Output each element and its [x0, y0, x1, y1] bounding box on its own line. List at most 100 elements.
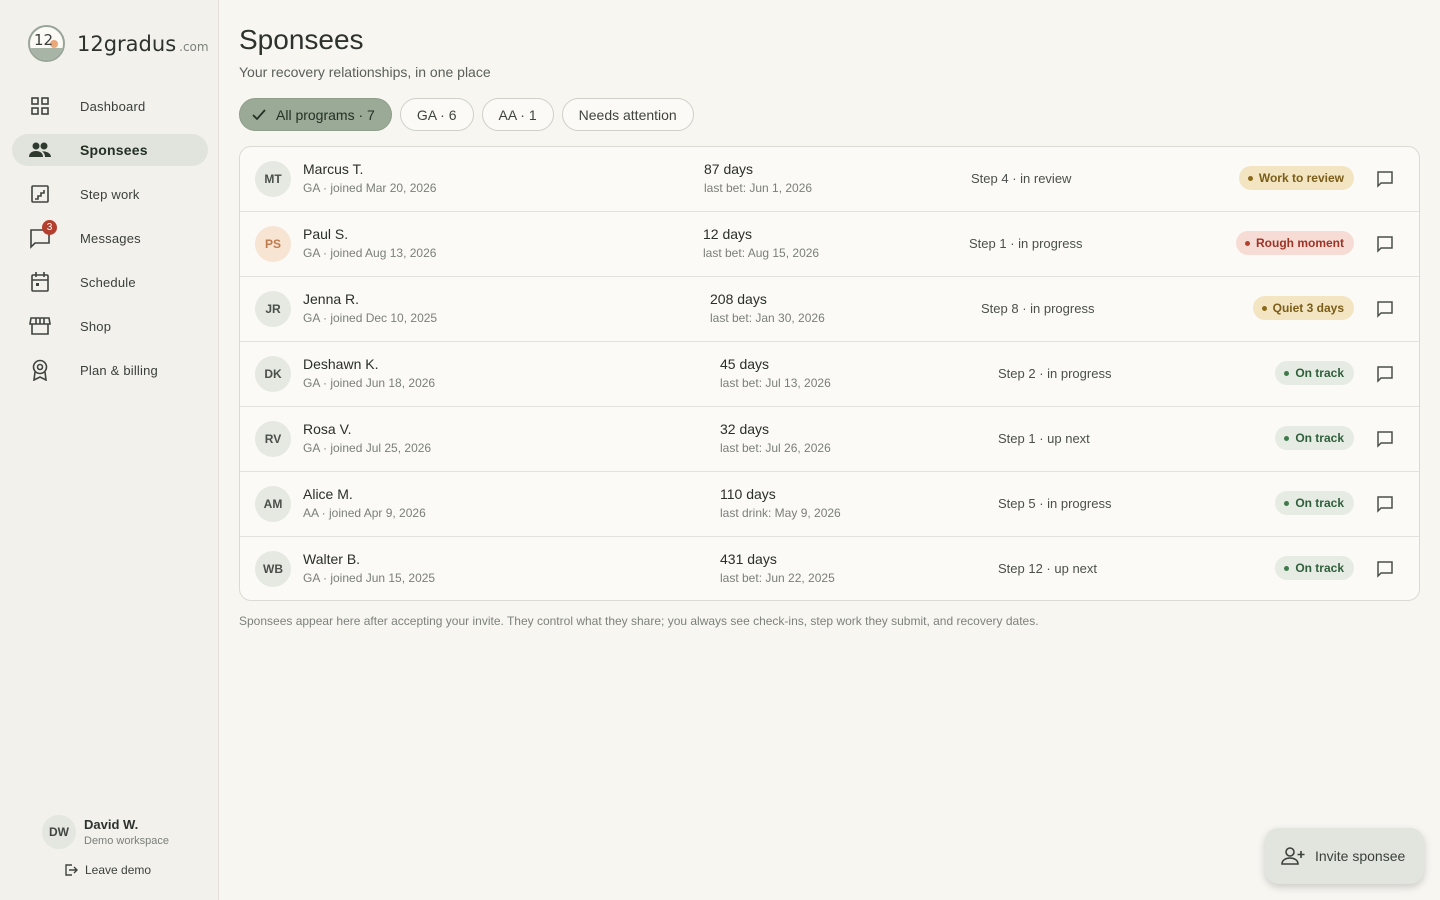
avatar: AM [255, 486, 291, 522]
filter-chip-ga[interactable]: GA · 6 [399, 98, 474, 131]
table-row[interactable]: JR Jenna R. GA · joined Dec 10, 2025 208… [240, 277, 1419, 342]
step-status: Step 8 · in progress [981, 301, 1095, 316]
status-badge: On track [1275, 556, 1354, 580]
days-count: 110 days [720, 486, 776, 502]
sidebar-item-label: Plan & billing [80, 362, 158, 378]
page-subtitle: Your recovery relationships, in one plac… [239, 64, 491, 80]
chat-icon: 3 [28, 220, 57, 250]
sidebar-item-sponsees[interactable]: Sponsees [12, 134, 208, 166]
sidebar-item-label: Dashboard [80, 98, 146, 114]
brand[interactable]: 12 12gradus .com [28, 25, 209, 62]
sponsee-name: Jenna R. [303, 291, 360, 307]
step-status: Step 1 · in progress [969, 236, 1083, 251]
days-count: 12 days [703, 226, 753, 242]
last-event: last bet: Jun 22, 2025 [720, 571, 835, 585]
chat-icon [1377, 431, 1393, 448]
message-button[interactable] [1375, 234, 1395, 254]
messages-badge: 3 [42, 220, 57, 235]
invite-sponsee-label: Invite sponsee [1315, 848, 1406, 864]
brand-name: 12gradus .com [77, 31, 209, 56]
avatar: RV [255, 421, 291, 457]
user-name: David W. [84, 817, 139, 832]
message-button[interactable] [1375, 429, 1395, 449]
days-count: 431 days [720, 551, 777, 567]
invite-sponsee-button[interactable]: Invite sponsee [1265, 828, 1424, 884]
avatar: PS [255, 226, 291, 262]
status-badge: On track [1275, 491, 1354, 515]
filter-chip-needs-attention[interactable]: Needs attention [561, 98, 694, 131]
message-button[interactable] [1375, 494, 1395, 514]
footnote: Sponsees appear here after accepting you… [239, 614, 1039, 628]
days-count: 87 days [704, 161, 754, 177]
sponsee-list: MT Marcus T. GA · joined Mar 20, 2026 87… [239, 146, 1420, 601]
step-status: Step 5 · in progress [998, 496, 1112, 511]
leave-demo-label: Leave demo [85, 863, 152, 877]
table-row[interactable]: PS Paul S. GA · joined Aug 13, 2026 12 d… [240, 212, 1419, 277]
chat-icon [1377, 496, 1393, 513]
avatar: MT [255, 161, 291, 197]
message-button[interactable] [1375, 169, 1395, 189]
sponsee-meta: GA · joined Jul 25, 2026 [303, 441, 432, 455]
calendar-icon [28, 270, 52, 294]
last-event: last bet: Jan 30, 2026 [710, 311, 825, 325]
sidebar-item-schedule[interactable]: Schedule [12, 266, 208, 298]
user-profile[interactable]: DW David W. Demo workspace [42, 815, 169, 849]
filter-chip-all-programs[interactable]: All programs · 7 [239, 98, 392, 131]
sidebar-nav: Dashboard Sponsees Step work 3 Messages [12, 90, 208, 398]
sponsee-name: Alice M. [303, 486, 353, 502]
sidebar-item-label: Sponsees [80, 142, 148, 158]
brand-logo-text: 12 [34, 31, 54, 49]
chat-icon [1377, 561, 1393, 578]
sidebar-item-messages[interactable]: 3 Messages [12, 220, 208, 254]
days-count: 45 days [720, 356, 770, 372]
last-event: last bet: Jun 1, 2026 [704, 181, 813, 195]
chat-icon [1377, 301, 1393, 318]
status-badge: Quiet 3 days [1252, 296, 1354, 320]
message-button[interactable] [1375, 559, 1395, 579]
step-status: Step 12 · up next [998, 561, 1098, 576]
table-row[interactable]: RV Rosa V. GA · joined Jul 25, 2026 32 d… [240, 407, 1419, 472]
sponsee-name: Deshawn K. [303, 356, 379, 372]
table-row[interactable]: DK Deshawn K. GA · joined Jun 18, 2026 4… [240, 342, 1419, 407]
badge-icon [28, 358, 52, 382]
status-badge: On track [1275, 361, 1354, 385]
status-badge: Rough moment [1236, 231, 1354, 255]
sponsee-meta: GA · joined Mar 20, 2026 [303, 181, 437, 195]
sidebar-item-plan-billing[interactable]: Plan & billing [12, 354, 208, 386]
filter-chips: All programs · 7 GA · 6 AA · 1 Needs att… [239, 98, 694, 131]
sponsee-name: Paul S. [303, 226, 349, 242]
chip-label: All programs · 7 [276, 106, 375, 123]
avatar: JR [255, 291, 291, 327]
avatar: DK [255, 356, 291, 392]
table-row[interactable]: MT Marcus T. GA · joined Mar 20, 2026 87… [240, 147, 1419, 212]
filter-chip-aa[interactable]: AA · 1 [481, 98, 554, 131]
sponsee-meta: GA · joined Aug 13, 2026 [303, 246, 437, 260]
sidebar-item-label: Shop [80, 318, 112, 334]
status-badge: Work to review [1238, 166, 1354, 190]
sidebar-item-shop[interactable]: Shop [12, 310, 208, 342]
table-row[interactable]: AM Alice M. AA · joined Apr 9, 2026 110 … [240, 472, 1419, 537]
message-button[interactable] [1375, 299, 1395, 319]
sidebar-item-label: Schedule [80, 274, 136, 290]
last-event: last drink: May 9, 2026 [720, 506, 841, 520]
last-event: last bet: Jul 13, 2026 [720, 376, 831, 390]
table-row[interactable]: WB Walter B. GA · joined Jun 15, 2025 43… [240, 537, 1419, 600]
brand-suffix: .com [179, 39, 209, 54]
message-button[interactable] [1375, 364, 1395, 384]
last-event: last bet: Aug 15, 2026 [703, 246, 820, 260]
sponsee-name: Walter B. [303, 551, 361, 567]
logout-icon [63, 862, 79, 878]
status-badge: On track [1275, 426, 1354, 450]
sponsee-meta: GA · joined Dec 10, 2025 [303, 311, 438, 325]
brand-logo: 12 [28, 25, 65, 62]
check-icon [252, 108, 266, 121]
sponsee-meta: GA · joined Jun 15, 2025 [303, 571, 436, 585]
leave-demo-button[interactable]: Leave demo [63, 862, 151, 878]
sidebar-item-step-work[interactable]: Step work [12, 178, 208, 210]
chat-icon [1377, 366, 1393, 383]
chip-label: Needs attention [578, 106, 677, 123]
sponsee-meta: AA · joined Apr 9, 2026 [303, 506, 426, 520]
people-icon [28, 138, 52, 162]
sidebar-item-dashboard[interactable]: Dashboard [12, 90, 208, 122]
chat-icon [1377, 236, 1393, 253]
